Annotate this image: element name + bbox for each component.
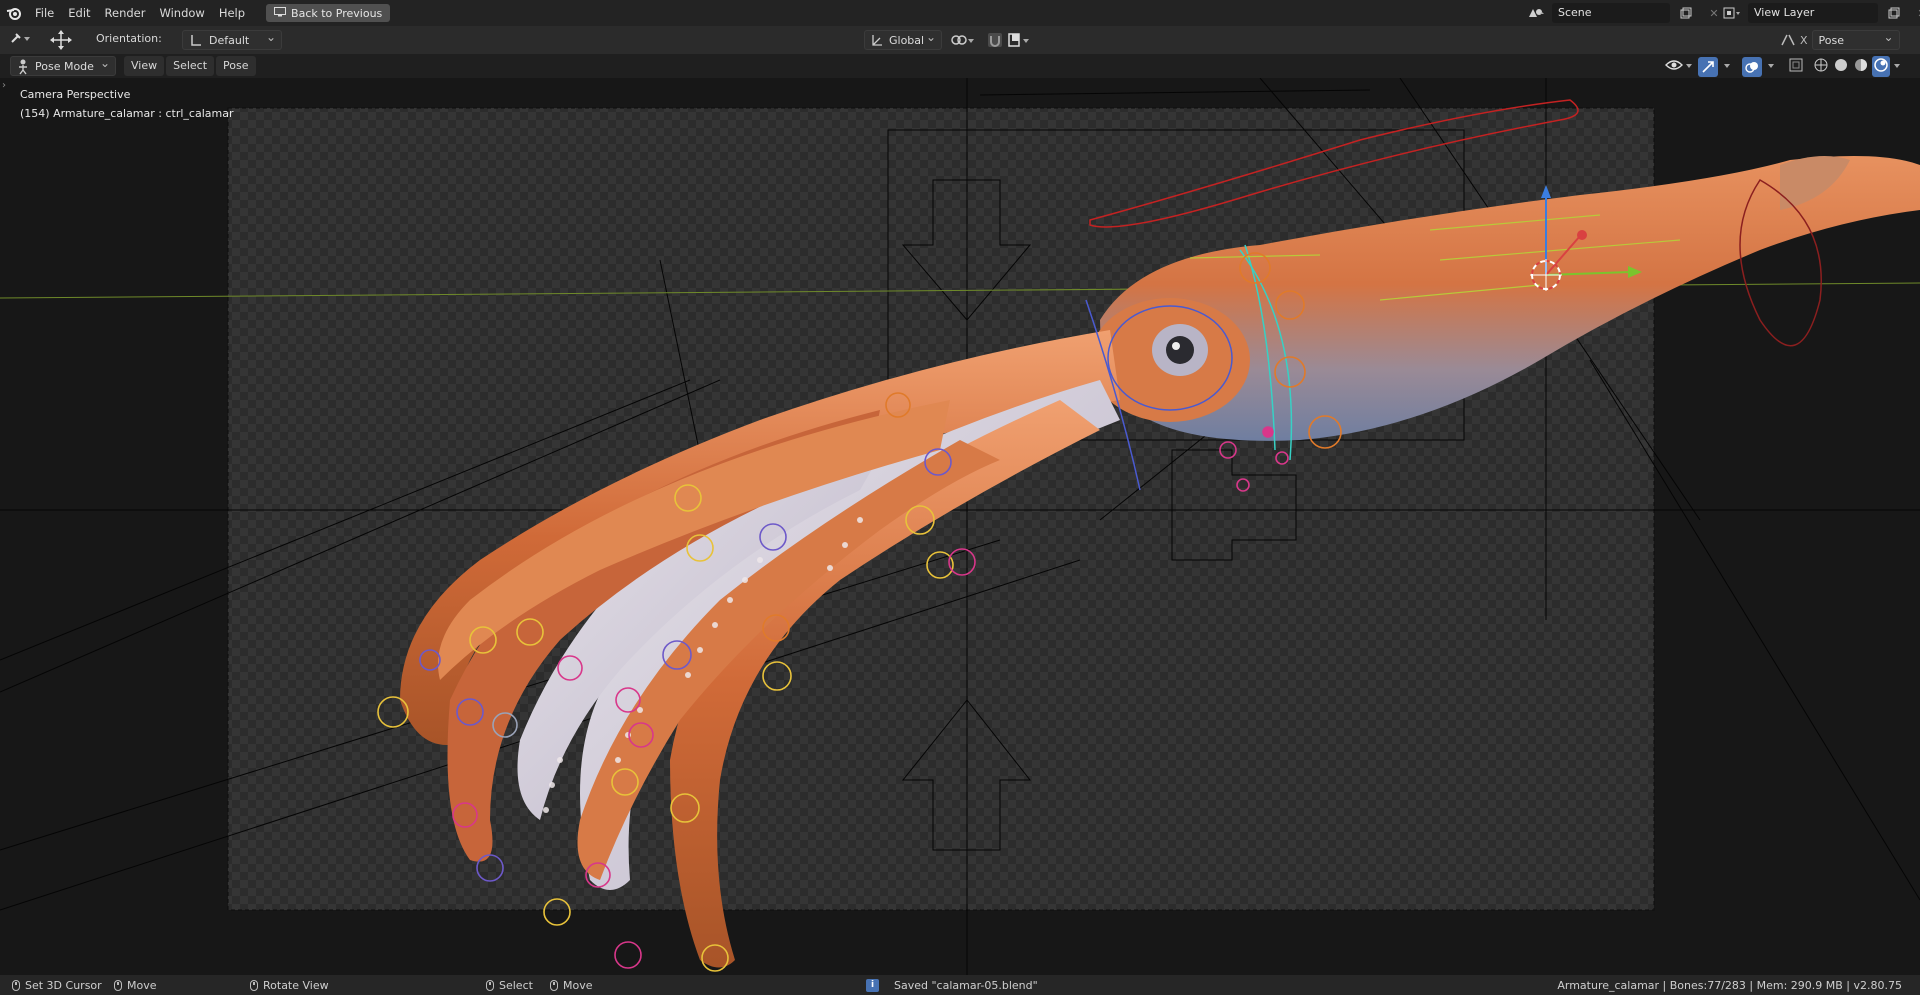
new-view-layer-icon[interactable] — [1882, 3, 1906, 23]
material-shading-icon[interactable] — [1852, 56, 1870, 77]
menu-help[interactable]: Help — [212, 0, 252, 26]
status-middle-click-hint: Rotate View — [250, 975, 329, 995]
camera-perspective-label: Camera Perspective — [20, 88, 131, 101]
transform-gizmo-icon[interactable] — [50, 30, 72, 53]
mouse-left-icon — [12, 979, 20, 991]
saved-file-message: Saved "calamar-05.blend" — [894, 978, 1038, 992]
orientation-value: Default — [209, 34, 250, 47]
scene-statistics: Armature_calamar | Bones:77/283 | Mem: 2… — [1557, 978, 1902, 992]
move-hint-2: Move — [563, 978, 593, 992]
status-left-click-hint: Set 3D Cursor — [12, 975, 102, 995]
rotate-view-hint: Rotate View — [263, 978, 329, 992]
snap-target-icon[interactable] — [1006, 31, 1032, 52]
view-layer-name-field[interactable]: View Layer — [1748, 3, 1878, 23]
transform-space-dropdown[interactable]: Global — [864, 27, 942, 50]
move-hint: Move — [127, 978, 157, 992]
mouse-drag-icon — [114, 979, 122, 991]
set-3d-cursor-hint: Set 3D Cursor — [25, 978, 102, 992]
info-icon: i — [866, 978, 879, 992]
pose-options-dropdown[interactable]: Pose Options — [1811, 27, 1900, 67]
link-icon — [950, 31, 976, 52]
shading-options-icon[interactable] — [1892, 56, 1902, 77]
orientation-dropdown[interactable]: Default — [182, 27, 282, 50]
xray-toggle-icon[interactable] — [1788, 57, 1804, 76]
back-to-previous-label: Back to Previous — [291, 6, 383, 20]
rendered-shading-icon[interactable] — [1872, 56, 1890, 77]
pose-menu[interactable]: Pose — [216, 56, 256, 76]
back-to-previous-button[interactable]: Back to Previous — [266, 4, 391, 22]
new-scene-icon[interactable] — [1674, 3, 1698, 23]
status-drag-hint: Move — [114, 975, 157, 995]
interaction-mode-dropdown[interactable]: Pose Mode — [10, 53, 116, 76]
select-menu[interactable]: Select — [166, 56, 215, 76]
viewport-header: Pose Mode View Select Pose — [0, 53, 1920, 78]
toolbar-expand-arrow-icon[interactable]: › — [2, 80, 6, 91]
global-axis-icon — [870, 31, 884, 56]
status-bar: Set 3D Cursor Move Rotate View Select Mo… — [0, 975, 1920, 995]
wireframe-shading-icon[interactable] — [1812, 56, 1830, 77]
magnet-icon[interactable] — [986, 31, 1004, 52]
menu-render[interactable]: Render — [98, 0, 153, 26]
axis-icon — [189, 31, 203, 56]
solid-shading-icon[interactable] — [1832, 56, 1850, 77]
menu-window[interactable]: Window — [152, 0, 211, 26]
interaction-mode-value: Pose Mode — [35, 60, 94, 73]
mouse-middle-icon — [250, 979, 258, 991]
view-layer-selector-icon[interactable] — [1720, 3, 1744, 23]
overlays-dropdown-icon[interactable] — [1766, 56, 1776, 77]
3d-viewport[interactable]: Camera Perspective (154) Armature_calama… — [0, 78, 1920, 975]
select-hint: Select — [499, 978, 533, 992]
blender-logo-icon[interactable] — [0, 0, 28, 26]
menu-file[interactable]: File — [28, 0, 61, 26]
status-report: i Saved "calamar-05.blend" — [866, 975, 1038, 995]
active-object-label: (154) Armature_calamar : ctrl_calamar — [20, 107, 234, 120]
screen-icon — [274, 6, 287, 20]
viewport-scene[interactable] — [0, 78, 1920, 975]
shading-mode-group — [1812, 56, 1902, 77]
visibility-eye-icon[interactable] — [1664, 56, 1694, 77]
menu-edit[interactable]: Edit — [61, 0, 97, 26]
delete-view-layer-icon[interactable]: ✕ — [1910, 3, 1920, 23]
view-menu[interactable]: View — [124, 56, 165, 76]
x-axis-mirror-toggle[interactable]: X — [1800, 34, 1808, 47]
tool-icon — [10, 30, 32, 49]
orientation-label: Orientation: — [96, 32, 162, 45]
mouse-right-drag-icon — [550, 979, 558, 991]
transform-space-value: Global — [889, 34, 925, 47]
tool-header: Orientation: Default Global X Pose Optio… — [0, 26, 1920, 67]
overlays-toggle-icon[interactable] — [1742, 56, 1762, 77]
gizmo-toggle-icon[interactable] — [1698, 56, 1718, 77]
mirror-icon[interactable] — [1780, 31, 1796, 50]
status-right-drag-hint: Move — [550, 975, 593, 995]
scene-name-field[interactable]: Scene — [1552, 3, 1670, 23]
status-right-click-hint: Select — [486, 975, 533, 995]
scene-selector-icon[interactable] — [1524, 3, 1548, 23]
pivot-point-dropdown[interactable] — [950, 31, 976, 52]
top-menu-bar: File Edit Render Window Help Back to Pre… — [0, 0, 1920, 26]
editor-type-selector[interactable] — [10, 30, 32, 49]
mouse-right-icon — [486, 979, 494, 991]
snapping-controls[interactable] — [986, 31, 1032, 52]
gizmo-dropdown-icon[interactable] — [1722, 56, 1732, 77]
